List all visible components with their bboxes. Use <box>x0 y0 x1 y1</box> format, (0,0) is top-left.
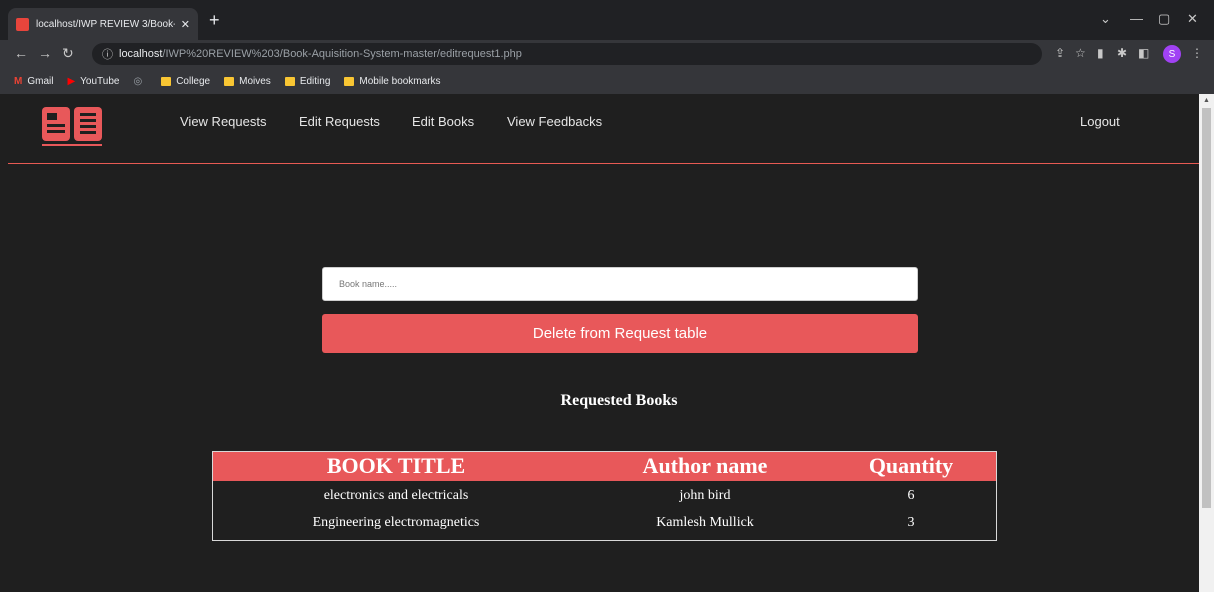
gmail-icon: M <box>14 75 23 87</box>
globe-icon: ◎ <box>133 75 143 87</box>
page-scrollbar[interactable]: ▲ <box>1199 94 1214 592</box>
minimize-icon[interactable]: — <box>1130 12 1143 26</box>
browser-tab[interactable]: localhost/IWP REVIEW 3/Book-A ✕ <box>8 8 198 40</box>
favicon-icon <box>16 17 29 31</box>
bookmark-gmail[interactable]: M Gmail <box>14 76 53 87</box>
address-bar[interactable]: ⓘ localhost /IWP%20REVIEW%203/Book-Aquis… <box>92 43 1042 65</box>
folder-icon <box>224 76 235 86</box>
header-author-name: Author name <box>642 453 768 478</box>
browser-toolbar: ← → ↻ ⓘ localhost /IWP%20REVIEW%203/Book… <box>0 40 1214 68</box>
folder-icon <box>284 76 295 86</box>
puzzle-icon[interactable]: ✱ <box>1117 47 1127 60</box>
folder-icon <box>161 76 172 86</box>
cell-book-title: Engineering electromagnetics <box>312 515 480 530</box>
header-book-title: BOOK TITLE <box>326 453 466 478</box>
browser-tab-bar: localhost/IWP REVIEW 3/Book-A ✕ + ⌄ — ▢ … <box>0 0 1214 40</box>
logout-link[interactable]: Logout <box>1080 114 1120 129</box>
cell-book-title: electronics and electricals <box>323 488 469 503</box>
cell-quantity: 3 <box>907 515 915 530</box>
nav-view-feedbacks[interactable]: View Feedbacks <box>507 114 602 129</box>
header-quantity: Quantity <box>868 453 954 478</box>
side-panel-icon[interactable]: ◧ <box>1138 47 1149 60</box>
site-navbar: View Requests Edit Requests Edit Books V… <box>8 94 1199 164</box>
bookmark-label: Gmail <box>27 75 54 87</box>
nav-view-requests[interactable]: View Requests <box>180 114 266 129</box>
scrollbar-thumb[interactable] <box>1202 108 1211 508</box>
restore-icon[interactable]: ▢ <box>1158 12 1170 26</box>
bookmark-label: Moives <box>239 75 271 87</box>
back-arrow-icon[interactable]: ← <box>14 46 28 60</box>
bookmark-editing[interactable]: Editing <box>284 75 331 87</box>
bookmark-label: YouTube <box>80 75 120 87</box>
bookmark-mobile[interactable]: Mobile bookmarks <box>344 75 441 87</box>
section-title: Requested Books <box>560 392 678 409</box>
book-logo-icon[interactable] <box>42 107 106 149</box>
reload-icon[interactable]: ↻ <box>62 46 74 60</box>
share-icon[interactable]: ⇪ <box>1055 47 1065 60</box>
folder-icon <box>344 76 355 86</box>
menu-icon[interactable]: ⋮ <box>1191 47 1203 60</box>
table-header: BOOK TITLE Author name Quantity <box>213 452 996 481</box>
tab-title: localhost/IWP REVIEW 3/Book-A <box>36 18 175 30</box>
bookmarks-bar: M Gmail ▶ YouTube ◎ College Moives Editi… <box>0 68 1214 94</box>
bookmark-college[interactable]: College <box>161 76 210 87</box>
forward-arrow-icon[interactable]: → <box>38 46 52 60</box>
window-close-icon[interactable]: ✕ <box>1187 12 1198 26</box>
cell-author-name: john bird <box>679 488 731 503</box>
tab-search-icon[interactable]: ⌄ <box>1100 12 1111 26</box>
extension-icon[interactable]: ▮ <box>1097 47 1104 60</box>
new-tab-button[interactable]: + <box>209 11 220 29</box>
bookmark-star-icon[interactable]: ☆ <box>1075 47 1086 60</box>
url-host: localhost <box>119 48 163 60</box>
youtube-icon: ▶ <box>67 75 76 87</box>
nav-edit-books[interactable]: Edit Books <box>412 114 474 129</box>
cell-quantity: 6 <box>907 488 915 503</box>
cell-author-name: Kamlesh Mullick <box>656 515 754 530</box>
tab-close-icon[interactable]: ✕ <box>181 18 190 31</box>
bookmark-label: Editing <box>299 75 331 87</box>
bookmark-globe[interactable]: ◎ <box>133 76 147 87</box>
book-name-input[interactable] <box>322 267 918 301</box>
bookmark-label: Mobile bookmarks <box>359 75 441 87</box>
profile-avatar[interactable]: S <box>1163 45 1181 63</box>
url-path: /IWP%20REVIEW%203/Book-Aquisition-System… <box>162 48 522 60</box>
info-icon[interactable]: ⓘ <box>102 46 113 62</box>
bookmark-label: College <box>176 75 211 87</box>
bookmark-youtube[interactable]: ▶ YouTube <box>67 76 119 87</box>
bookmark-moives[interactable]: Moives <box>224 76 271 87</box>
delete-request-button[interactable]: Delete from Request table <box>322 314 918 353</box>
scroll-up-arrow-icon[interactable]: ▲ <box>1203 97 1210 104</box>
nav-edit-requests[interactable]: Edit Requests <box>299 114 380 129</box>
requested-books-table: BOOK TITLE Author name Quantity electron… <box>212 451 997 541</box>
page-content: View Requests Edit Requests Edit Books V… <box>8 94 1199 592</box>
